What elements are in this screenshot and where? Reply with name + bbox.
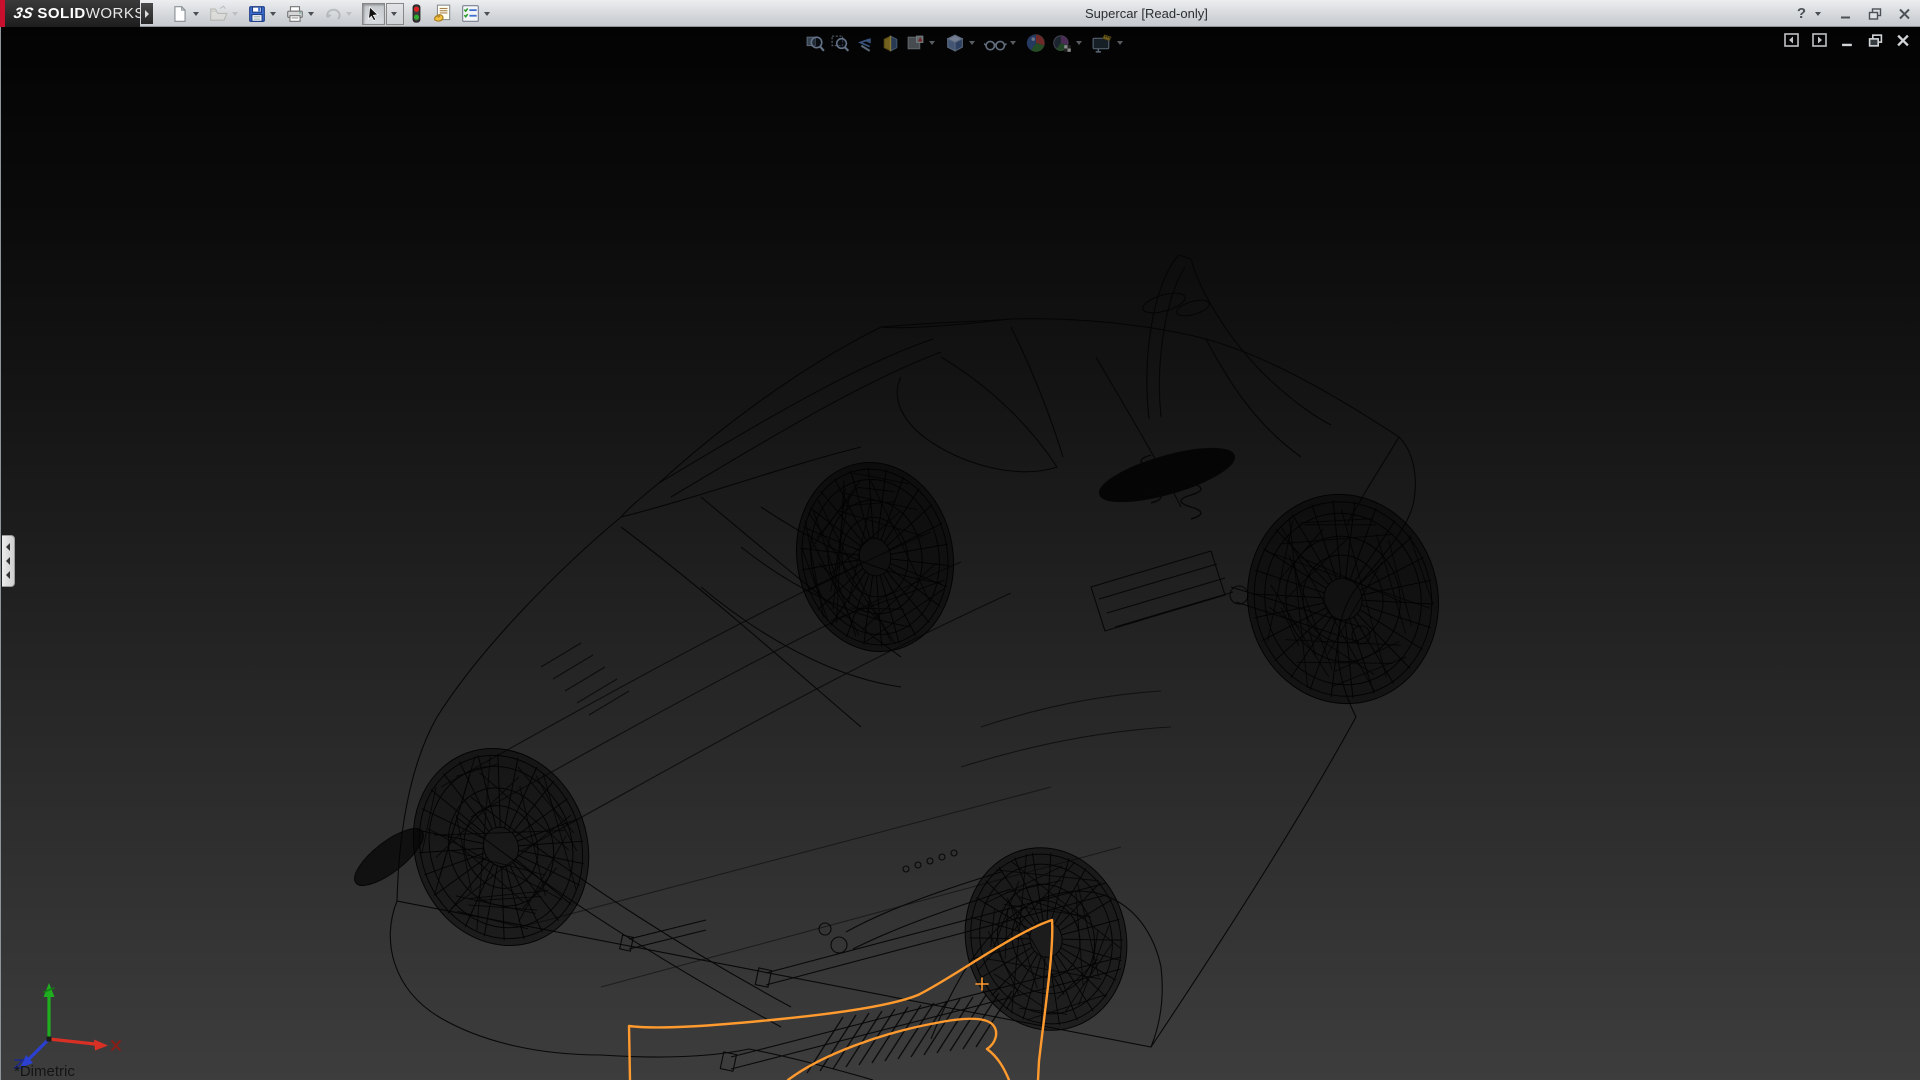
select-dropdown-arrow	[391, 12, 397, 16]
rear-left-wheel	[782, 450, 969, 664]
help-button[interactable]: ?	[1797, 5, 1806, 22]
hide-show-items-button[interactable]	[982, 31, 1023, 56]
doc-minimize-button[interactable]	[1838, 32, 1856, 48]
doc-close-icon	[1896, 34, 1910, 47]
apply-scene-button[interactable]	[1049, 30, 1089, 56]
app-minimize-button[interactable]	[1836, 5, 1856, 23]
front-right-wheel	[945, 829, 1147, 1048]
doc-restore-icon	[1868, 34, 1883, 47]
minimize-icon	[1840, 8, 1852, 20]
select-pressed-frame	[362, 3, 385, 25]
edit-appearance-button[interactable]	[1023, 30, 1049, 56]
brand-light: WORKS	[86, 5, 145, 22]
front-left-wheel	[386, 724, 616, 971]
rebuild-traffic-light-icon	[410, 4, 423, 23]
view-settings-dropdown-arrow[interactable]	[1117, 41, 1123, 45]
file-properties-icon	[433, 4, 453, 23]
app-restore-button[interactable]	[1865, 5, 1885, 23]
title-bar: 3SSOLIDWORKS	[0, 0, 1920, 27]
triad-x-axis	[49, 1039, 95, 1044]
section-view-button[interactable]	[878, 31, 903, 56]
file-properties-button[interactable]	[432, 2, 454, 26]
edit-appearance-sphere-icon	[1025, 32, 1047, 54]
options-icon	[461, 4, 480, 23]
reference-triad	[11, 947, 131, 1072]
app-close-button[interactable]	[1894, 5, 1914, 23]
print-icon	[286, 5, 304, 23]
options-button[interactable]	[460, 2, 497, 26]
hide-show-items-dropdown-arrow[interactable]	[1010, 41, 1016, 45]
collapse-arrow-icon	[6, 557, 10, 565]
view-settings-button[interactable]	[1089, 31, 1130, 56]
undo-icon	[324, 5, 342, 23]
rear-right-wheel	[1228, 477, 1458, 722]
doc-close-button[interactable]	[1894, 32, 1912, 48]
open-icon	[209, 5, 228, 23]
help-dropdown-arrow[interactable]	[1815, 12, 1821, 16]
zoom-to-fit-icon	[805, 33, 826, 54]
collapse-arrow-icon	[6, 543, 10, 551]
previous-view-icon	[855, 33, 876, 54]
view-settings-icon	[1091, 33, 1114, 54]
eyeglasses-icon	[984, 33, 1007, 54]
zoom-to-fit-button[interactable]	[803, 31, 828, 56]
menu-flyout-arrow[interactable]	[141, 3, 153, 24]
triad-z-axis	[29, 1039, 49, 1059]
apply-scene-dropdown-arrow[interactable]	[1076, 41, 1082, 45]
apply-scene-icon	[1051, 32, 1073, 54]
open-dropdown-arrow[interactable]	[232, 12, 238, 16]
save-dropdown-arrow[interactable]	[270, 12, 276, 16]
open-button[interactable]	[208, 2, 245, 26]
titlebar-right-controls: ?	[1797, 0, 1914, 27]
standard-toolbar	[170, 0, 499, 27]
ds-3s-glyph: 3S	[12, 5, 35, 22]
document-window-controls	[1782, 32, 1912, 48]
new-document-button[interactable]	[170, 2, 206, 26]
solidworks-logo: 3SSOLIDWORKS	[0, 0, 140, 27]
brand-text: 3SSOLIDWORKS	[14, 5, 145, 22]
print-dropdown-arrow[interactable]	[308, 12, 314, 16]
annotation-views-button[interactable]	[903, 31, 942, 56]
select-dropdown-frame[interactable]	[386, 3, 404, 25]
restore-icon	[1868, 8, 1882, 20]
section-view-icon	[880, 33, 901, 54]
solidworks-window: 3SSOLIDWORKS	[0, 0, 1920, 1080]
collapse-arrow-icon	[6, 571, 10, 579]
select-cursor-icon	[365, 5, 382, 23]
graphics-area[interactable]: *Dimetric	[0, 27, 1920, 1080]
panel-right-toggle-button[interactable]	[1810, 32, 1828, 48]
previous-view-button[interactable]	[853, 31, 878, 56]
save-button[interactable]	[247, 2, 283, 26]
document-title: Supercar [Read-only]	[1085, 6, 1208, 21]
panel-left-icon	[1784, 33, 1799, 47]
annotation-views-dropdown-arrow[interactable]	[929, 41, 935, 45]
new-document-icon	[171, 5, 189, 23]
model-wireframe-supercar[interactable]	[1, 27, 1920, 1080]
annotation-views-icon	[905, 33, 926, 54]
rebuild-button[interactable]	[409, 2, 424, 26]
flyout-arrow-icon	[145, 10, 149, 18]
panel-left-toggle-button[interactable]	[1782, 32, 1800, 48]
featuremanager-collapsed-tab[interactable]	[2, 535, 15, 587]
close-icon	[1898, 8, 1911, 20]
view-orientation-cube-icon	[944, 33, 966, 54]
view-orientation-button[interactable]	[942, 31, 982, 56]
save-icon	[248, 5, 266, 23]
doc-restore-button[interactable]	[1866, 32, 1884, 48]
select-tool-button[interactable]	[361, 2, 405, 26]
undo-button[interactable]	[323, 2, 359, 26]
logo-red-stripe	[0, 0, 5, 27]
print-button[interactable]	[285, 2, 321, 26]
view-orientation-label: *Dimetric	[14, 1063, 75, 1080]
options-dropdown-arrow[interactable]	[484, 12, 490, 16]
doc-minimize-icon	[1841, 34, 1854, 47]
undo-dropdown-arrow[interactable]	[346, 12, 352, 16]
brand-bold: SOLID	[37, 5, 85, 22]
new-dropdown-arrow[interactable]	[193, 12, 199, 16]
zoom-to-area-icon	[830, 33, 851, 54]
heads-up-view-toolbar	[803, 30, 1130, 56]
zoom-to-area-button[interactable]	[828, 31, 853, 56]
view-orientation-dropdown-arrow[interactable]	[969, 41, 975, 45]
panel-right-icon	[1812, 33, 1827, 47]
